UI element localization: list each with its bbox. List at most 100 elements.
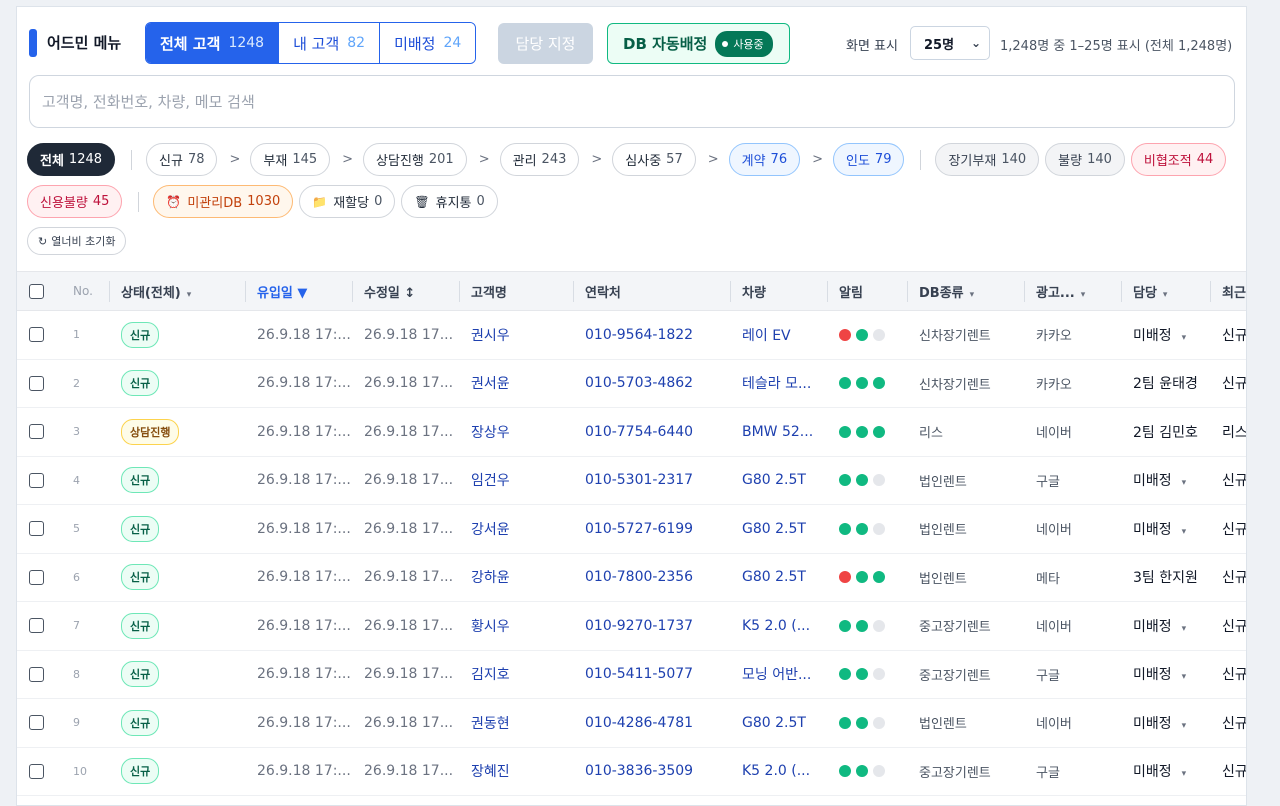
column-header-name[interactable]: 고객명 xyxy=(459,271,573,311)
car-link[interactable]: 테슬라 모... xyxy=(730,359,827,408)
status-badge[interactable]: 신규 xyxy=(121,321,160,348)
status-badge[interactable]: 신규 xyxy=(121,709,160,736)
tab-all-customers[interactable]: 전체 고객 1248 xyxy=(146,23,280,63)
phone-link[interactable]: 010-4286-4781 xyxy=(573,698,730,748)
column-header-dbtype[interactable]: DB종류 ▾ xyxy=(907,271,1024,311)
manager-select[interactable]: 미배정 ▾ xyxy=(1121,310,1210,360)
filter-chip[interactable]: 관리 243 xyxy=(499,143,580,176)
column-header-ad[interactable]: 광고... ▾ xyxy=(1024,271,1121,311)
row-checkbox[interactable] xyxy=(29,375,44,391)
phone-link[interactable]: 010-7800-2356 xyxy=(573,553,730,602)
column-header-alarm[interactable]: 알림 xyxy=(827,271,907,311)
status-badge[interactable]: 신규 xyxy=(121,564,160,591)
car-link[interactable]: BMW 52... xyxy=(730,407,827,457)
row-checkbox[interactable] xyxy=(29,763,44,779)
table-row[interactable]: 8 신규 26.9.18 17:... 26.9.18 17... 김지호 010-541… xyxy=(17,650,1246,699)
car-link[interactable]: 레이 EV xyxy=(730,310,827,360)
page-size-select[interactable]: 25명 ⌄ xyxy=(910,26,990,60)
manager-select[interactable]: 미배정 ▾ xyxy=(1121,747,1210,796)
customer-name-link[interactable]: 강하윤 xyxy=(459,553,573,602)
row-checkbox[interactable] xyxy=(29,327,44,343)
table-row[interactable]: 1 신규 26.9.18 17:... 26.9.18 17... 권시우 010-956… xyxy=(17,310,1246,360)
filter-chip[interactable]: 신규 78 xyxy=(146,143,218,176)
column-header-recent[interactable]: 최근메 xyxy=(1210,271,1246,311)
phone-link[interactable]: 010-7754-6440 xyxy=(573,407,730,457)
table-row[interactable]: 6 신규 26.9.18 17:... 26.9.18 17... 강하윤 010-780… xyxy=(17,553,1246,602)
row-checkbox[interactable] xyxy=(29,569,44,585)
table-row[interactable]: 9 신규 26.9.18 17:... 26.9.18 17... 권동현 010-428… xyxy=(17,698,1246,748)
filter-chip[interactable]: 🗑 휴지통 0 xyxy=(401,185,498,218)
customer-name-link[interactable]: 장혜진 xyxy=(459,747,573,796)
manager-select[interactable]: 2팀 김민호 xyxy=(1121,407,1210,457)
column-header-inflow[interactable]: 유입일 ▼ xyxy=(245,271,352,311)
column-header-cb[interactable] xyxy=(17,271,61,311)
car-link[interactable]: G80 2.5T xyxy=(730,698,827,748)
phone-link[interactable]: 010-9270-1737 xyxy=(573,601,730,651)
manager-select[interactable]: 미배정 ▾ xyxy=(1121,698,1210,748)
customer-name-link[interactable]: 권동현 xyxy=(459,698,573,748)
status-badge[interactable]: 신규 xyxy=(121,467,160,494)
customer-name-link[interactable]: 황시우 xyxy=(459,601,573,651)
manager-select[interactable]: 3팀 한지원 xyxy=(1121,553,1210,602)
tab-unassigned[interactable]: 미배정 24 xyxy=(380,23,476,63)
row-checkbox[interactable] xyxy=(29,521,44,537)
row-checkbox[interactable] xyxy=(29,618,44,634)
phone-link[interactable]: 010-3836-3509 xyxy=(573,747,730,796)
status-badge[interactable]: 신규 xyxy=(121,515,160,542)
car-link[interactable]: G80 2.5T xyxy=(730,504,827,554)
manager-select[interactable]: 미배정 ▾ xyxy=(1121,650,1210,699)
status-badge[interactable]: 신규 xyxy=(121,612,160,639)
filter-chip[interactable]: ⏰ 미관리DB 1030 xyxy=(153,185,294,218)
filter-chip[interactable]: 📁 재할당 0 xyxy=(299,185,396,218)
car-link[interactable]: 모닝 어반... xyxy=(730,650,827,699)
db-auto-assign-button[interactable]: DB 자동배정 사용중 xyxy=(607,23,790,64)
table-row[interactable]: 5 신규 26.9.18 17:... 26.9.18 17... 강서윤 010-572… xyxy=(17,504,1246,554)
manager-select[interactable]: 미배정 ▾ xyxy=(1121,504,1210,554)
column-header-modified[interactable]: 수정일 ↕ xyxy=(352,271,459,311)
manager-select[interactable]: 2팀 윤태경 xyxy=(1121,359,1210,408)
search-input[interactable] xyxy=(29,75,1235,128)
manager-select[interactable]: 미배정 ▾ xyxy=(1121,456,1210,505)
row-checkbox[interactable] xyxy=(29,472,44,488)
filter-chip[interactable]: 심사중 57 xyxy=(612,143,696,176)
row-checkbox[interactable] xyxy=(29,666,44,682)
car-link[interactable]: K5 2.0 (... xyxy=(730,601,827,651)
filter-chip[interactable]: 계약 76 xyxy=(728,143,801,176)
column-header-status[interactable]: 상태(전체) ▾ xyxy=(109,271,245,311)
row-checkbox[interactable] xyxy=(29,424,44,440)
manager-select[interactable]: 미배정 ▾ xyxy=(1121,601,1210,651)
column-header-no[interactable]: No. xyxy=(61,271,109,311)
table-row[interactable]: 3 상담진행 26.9.18 17:... 26.9.18 17... 장상우 010-7… xyxy=(17,407,1246,457)
assign-manager-button[interactable]: 담당 지정 xyxy=(498,23,593,64)
customer-name-link[interactable]: 강서윤 xyxy=(459,504,573,554)
phone-link[interactable]: 010-5411-5077 xyxy=(573,650,730,699)
car-link[interactable]: G80 2.5T xyxy=(730,553,827,602)
status-badge[interactable]: 신규 xyxy=(121,661,160,688)
table-row[interactable]: 7 신규 26.9.18 17:... 26.9.18 17... 황시우 010-927… xyxy=(17,601,1246,651)
phone-link[interactable]: 010-5703-4862 xyxy=(573,359,730,408)
status-badge[interactable]: 신규 xyxy=(121,758,160,785)
table-row[interactable]: 2 신규 26.9.18 17:... 26.9.18 17... 권서윤 010-570… xyxy=(17,359,1246,408)
table-row[interactable]: 10 신규 26.9.18 17:... 26.9.18 17... 장혜진 010-38… xyxy=(17,747,1246,796)
filter-chip[interactable]: 불량 140 xyxy=(1045,143,1125,176)
phone-link[interactable]: 010-9564-1822 xyxy=(573,310,730,360)
filter-chip[interactable]: 부재 145 xyxy=(250,143,331,176)
filter-chip[interactable]: 장기부재 140 xyxy=(935,143,1040,176)
status-badge[interactable]: 상담진행 xyxy=(121,418,180,445)
column-header-manager[interactable]: 담당 ▾ xyxy=(1121,271,1210,311)
tab-my-customers[interactable]: 내 고객 82 xyxy=(279,23,381,63)
customer-name-link[interactable]: 임건우 xyxy=(459,456,573,505)
phone-link[interactable]: 010-5301-2317 xyxy=(573,456,730,505)
row-checkbox[interactable] xyxy=(29,715,44,731)
car-link[interactable]: G80 2.5T xyxy=(730,456,827,505)
admin-menu-title[interactable]: 어드민 메뉴 xyxy=(47,32,121,53)
status-badge[interactable]: 신규 xyxy=(121,370,160,397)
phone-link[interactable]: 010-5727-6199 xyxy=(573,504,730,554)
filter-chip[interactable]: 상담진행 201 xyxy=(363,143,467,176)
column-header-car[interactable]: 차량 xyxy=(730,271,827,311)
column-header-phone[interactable]: 연락처 xyxy=(573,271,730,311)
filter-chip[interactable]: 비협조적 44 xyxy=(1130,143,1227,176)
reset-column-width-button[interactable]: ↻ 열너비 초기화 xyxy=(27,227,127,255)
customer-name-link[interactable]: 김지호 xyxy=(459,650,573,699)
car-link[interactable]: K5 2.0 (... xyxy=(730,747,827,796)
